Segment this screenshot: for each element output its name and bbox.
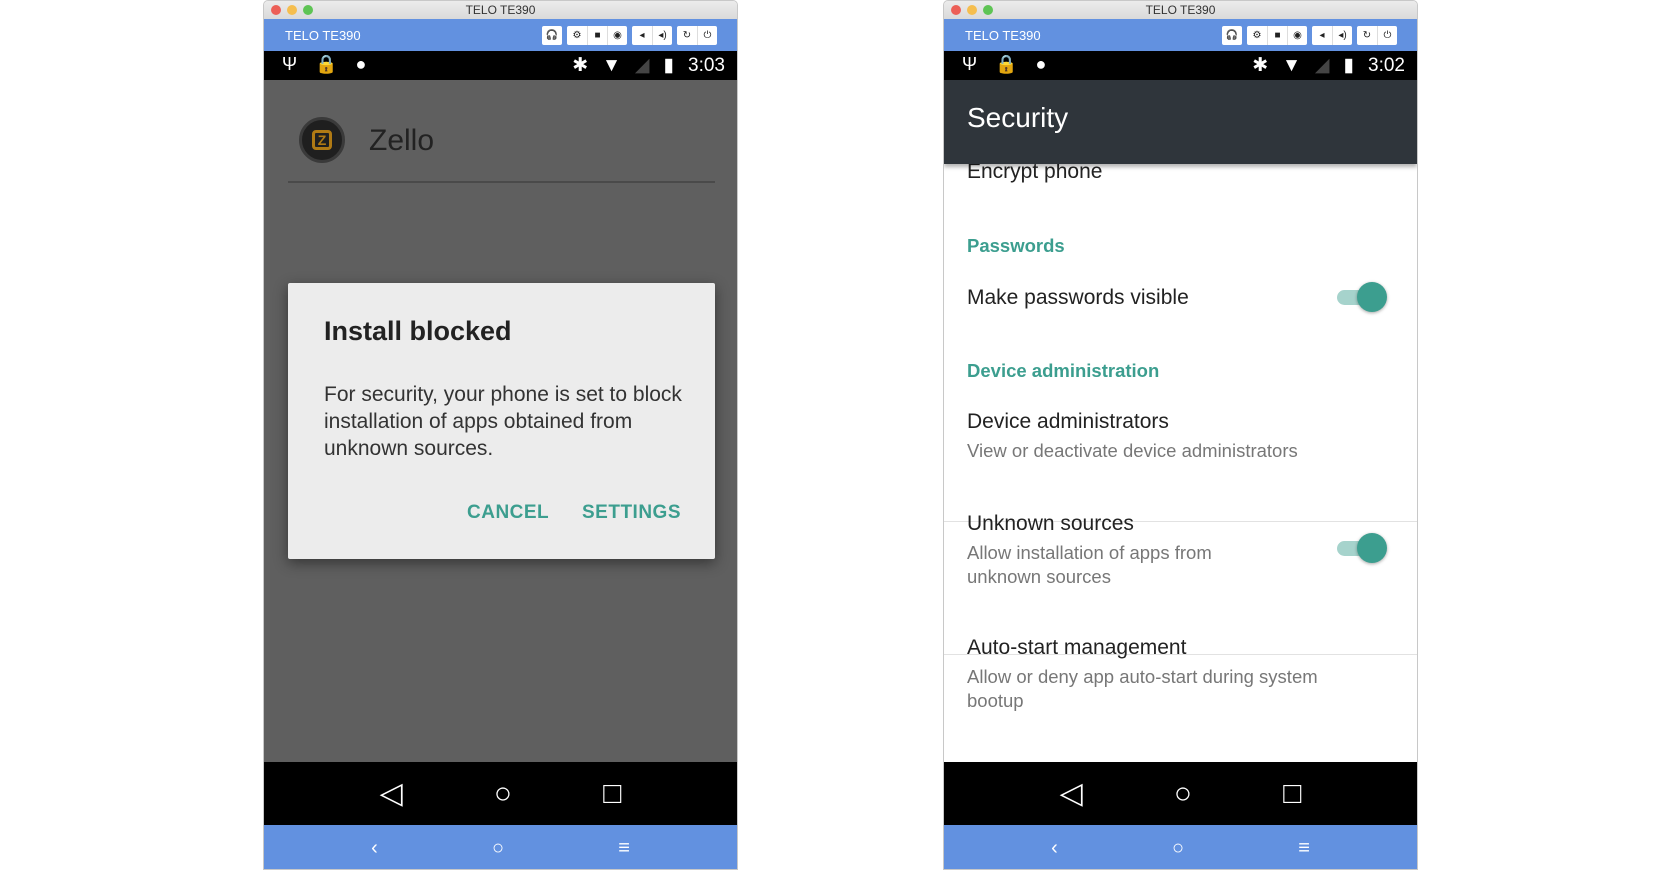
android-nav-bar: ◁ ○ □	[944, 762, 1417, 825]
emulator-toolbar: TELO TE390 🎧 ⚙ ■ ◉ ◂ ◂) ↻ ⏻	[264, 19, 737, 51]
device-administration-section-header: Device administration	[967, 360, 1160, 381]
bluetooth-icon: ✱	[572, 55, 589, 76]
gear-icon[interactable]: ⚙	[567, 26, 587, 45]
security-settings-screen: Encrypt phone Passwords Make passwords v…	[944, 80, 1417, 762]
menu-icon[interactable]: ≡	[1298, 837, 1310, 860]
home-circle-icon[interactable]: ○	[1172, 837, 1184, 860]
headphones-icon[interactable]: 🎧	[542, 26, 562, 45]
zoom-button[interactable]	[983, 5, 993, 15]
back-icon[interactable]: ◁	[1060, 776, 1083, 811]
cancel-button[interactable]: CANCEL	[467, 502, 549, 524]
back-icon[interactable]: ◁	[380, 776, 403, 811]
wifi-icon: ▼	[1282, 54, 1301, 76]
video-icon[interactable]: ■	[587, 26, 607, 45]
auto-start-management-item[interactable]: Auto-start management	[967, 636, 1186, 660]
page-title: Security	[944, 80, 1417, 164]
video-icon[interactable]: ■	[1267, 26, 1287, 45]
clock: 3:03	[688, 54, 725, 76]
window-titlebar: TELO TE390	[944, 1, 1417, 19]
auto-start-management-summary: Allow or deny app auto-start during syst…	[967, 666, 1318, 711]
volume-down-icon[interactable]: ◂	[1312, 26, 1332, 45]
window-title: TELO TE390	[465, 3, 536, 17]
minimize-button[interactable]	[287, 5, 297, 15]
make-passwords-visible-toggle[interactable]	[1337, 282, 1387, 312]
chevron-left-icon[interactable]: ‹	[1051, 837, 1058, 860]
home-icon[interactable]: ○	[1174, 777, 1192, 811]
power-icon[interactable]: ⏻	[697, 26, 717, 45]
no-signal-icon: ◢	[634, 55, 650, 76]
zello-logo-icon: Z	[299, 117, 345, 163]
install-blocked-dialog: Install blocked For security, your phone…	[288, 283, 715, 559]
unknown-sources-item[interactable]: Unknown sources	[967, 512, 1134, 536]
chevron-left-icon[interactable]: ‹	[371, 837, 378, 860]
home-icon[interactable]: ○	[494, 777, 512, 811]
volume-down-icon[interactable]: ◂	[632, 26, 652, 45]
gear-icon[interactable]: ⚙	[1247, 26, 1267, 45]
wifi-icon: ▼	[602, 54, 621, 76]
volume-up-icon[interactable]: ◂)	[1332, 26, 1352, 45]
camera-icon[interactable]: ◉	[607, 26, 627, 45]
recents-icon[interactable]: □	[1283, 777, 1301, 811]
usb-icon: Ψ	[962, 54, 978, 74]
app-name: Zello	[369, 124, 435, 157]
android-icon: ●	[355, 54, 367, 74]
window-title: TELO TE390	[1145, 3, 1216, 17]
home-circle-icon[interactable]: ○	[492, 837, 504, 860]
rotate-icon[interactable]: ↻	[1357, 26, 1377, 45]
lock-icon: 🔒	[995, 54, 1018, 74]
close-button[interactable]	[271, 5, 281, 15]
rotate-icon[interactable]: ↻	[677, 26, 697, 45]
dialog-message: For security, your phone is set to block…	[324, 383, 682, 460]
emulator-window-left: TELO TE390 TELO TE390 🎧 ⚙ ■ ◉ ◂ ◂) ↻ ⏻ Ψ 🔒 ● ✱…	[263, 0, 738, 870]
make-passwords-visible-item[interactable]: Make passwords visible	[967, 286, 1189, 310]
no-signal-icon: ◢	[1314, 55, 1330, 76]
settings-button[interactable]: SETTINGS	[582, 502, 681, 524]
status-bar: Ψ 🔒 ● ✱ ▼ ◢ ▮ 3:03	[264, 51, 737, 80]
power-icon[interactable]: ⏻	[1377, 26, 1397, 45]
zoom-button[interactable]	[303, 5, 313, 15]
usb-icon: Ψ	[282, 54, 298, 74]
unknown-sources-toggle[interactable]	[1337, 533, 1387, 563]
headphones-icon[interactable]: 🎧	[1222, 26, 1242, 45]
divider	[288, 181, 715, 183]
minimize-button[interactable]	[967, 5, 977, 15]
battery-icon: ▮	[1343, 55, 1355, 76]
app-screen: Z Zello Install blocked For security, yo…	[264, 80, 737, 762]
recents-icon[interactable]: □	[603, 777, 621, 811]
device-administrators-item[interactable]: Device administrators	[967, 410, 1169, 434]
emulator-toolbar: TELO TE390 🎧 ⚙ ■ ◉ ◂ ◂) ↻ ⏻	[944, 19, 1417, 51]
close-button[interactable]	[951, 5, 961, 15]
window-titlebar: TELO TE390	[264, 1, 737, 19]
unknown-sources-summary: Allow installation of apps from unknown …	[967, 542, 1212, 587]
device-name: TELO TE390	[285, 28, 361, 43]
lock-icon: 🔒	[315, 54, 338, 74]
bluetooth-icon: ✱	[1252, 55, 1269, 76]
android-icon: ●	[1035, 54, 1047, 74]
emulator-window-right: TELO TE390 TELO TE390 🎧 ⚙ ■ ◉ ◂ ◂) ↻ ⏻ Ψ 🔒 ● ✱…	[943, 0, 1418, 870]
menu-icon[interactable]: ≡	[618, 837, 630, 860]
clock: 3:02	[1368, 54, 1405, 76]
emulator-bottom-bar: ‹ ○ ≡	[264, 825, 737, 869]
android-nav-bar: ◁ ○ □	[264, 762, 737, 825]
status-bar: Ψ 🔒 ● ✱ ▼ ◢ ▮ 3:02	[944, 51, 1417, 80]
camera-icon[interactable]: ◉	[1287, 26, 1307, 45]
volume-up-icon[interactable]: ◂)	[652, 26, 672, 45]
device-name: TELO TE390	[965, 28, 1041, 43]
passwords-section-header: Passwords	[967, 235, 1065, 256]
battery-icon: ▮	[663, 55, 675, 76]
emulator-bottom-bar: ‹ ○ ≡	[944, 825, 1417, 869]
dialog-title: Install blocked	[324, 316, 512, 346]
device-administrators-summary: View or deactivate device administrators	[967, 440, 1298, 461]
